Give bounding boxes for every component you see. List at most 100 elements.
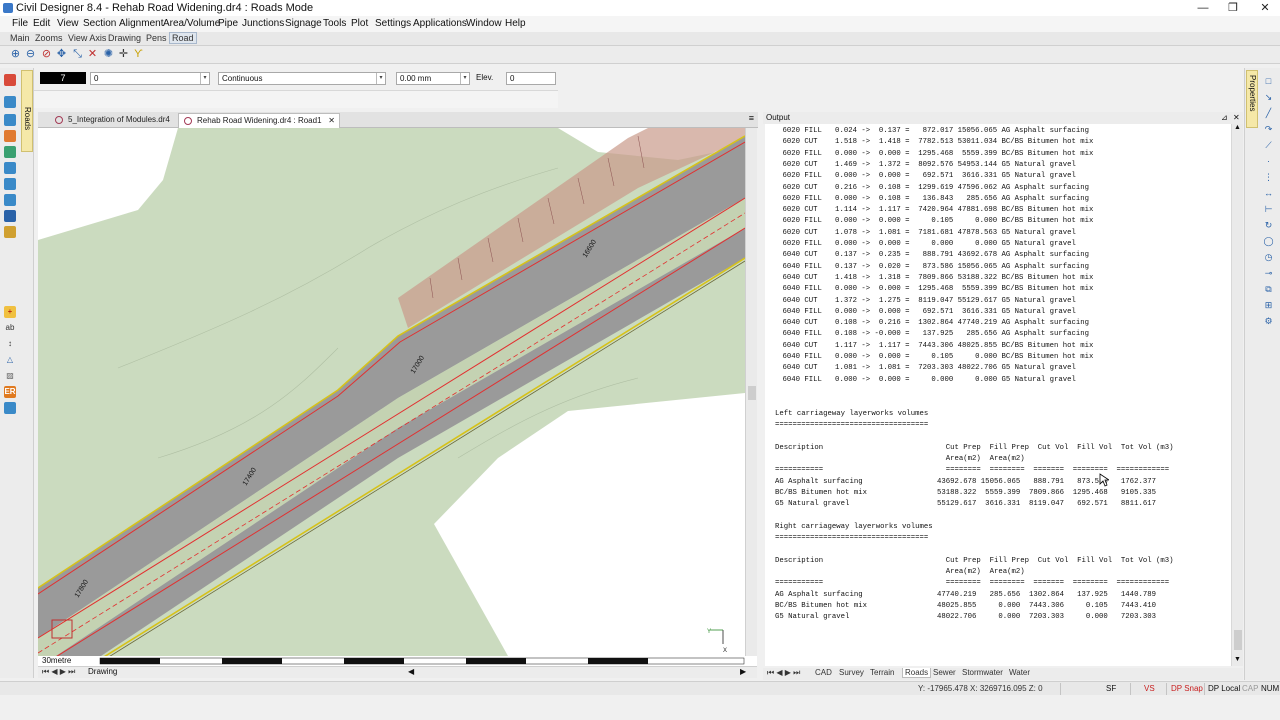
menu-plot[interactable]: Plot	[351, 18, 368, 29]
layer-combo[interactable]: 0 ▾	[90, 72, 210, 85]
array-icon[interactable]: ⊞	[1263, 300, 1274, 311]
tab-nav-arrows[interactable]: ⏮ ◀ ▶ ⏭	[767, 668, 800, 678]
toolbar-tab-road[interactable]: Road	[169, 32, 197, 44]
node-icon[interactable]: ⊸	[1263, 268, 1274, 279]
text-tool-icon[interactable]: ab	[4, 322, 16, 334]
zoom-window-icon[interactable]: ⊘	[40, 48, 53, 61]
scroll-left-icon[interactable]: ◀	[408, 667, 414, 676]
er-tool-icon[interactable]: ER	[4, 386, 16, 398]
output-tab-terrain[interactable]: Terrain	[870, 668, 894, 677]
line-width-combo[interactable]: 0.00 mm ▾	[396, 72, 470, 85]
menu-view[interactable]: View	[57, 18, 79, 29]
refresh-icon[interactable]: ✺	[102, 48, 115, 61]
output-tab-sewer[interactable]: Sewer	[933, 668, 956, 677]
toolbar-tab-view-axis[interactable]: View Axis	[68, 33, 106, 43]
zoom-extents-icon[interactable]: ⤡	[71, 48, 84, 61]
output-tab-survey[interactable]: Survey	[839, 668, 864, 677]
menu-applications[interactable]: Applications	[413, 18, 467, 29]
drawing-vertical-scrollbar[interactable]	[745, 128, 757, 656]
grid-icon[interactable]: ⋮	[1263, 172, 1274, 183]
scroll-right-icon[interactable]: ▶	[740, 667, 746, 676]
menu-signage[interactable]: Signage	[285, 18, 322, 29]
menu-help[interactable]: Help	[505, 18, 526, 29]
scroll-up-icon[interactable]: ▲	[1234, 124, 1241, 131]
line-icon[interactable]: ╱	[1263, 108, 1274, 119]
menu-settings[interactable]: Settings	[375, 18, 411, 29]
drawing-canvas[interactable]: 16600 17000 17400 17800 Y X	[38, 128, 745, 656]
menu-junctions[interactable]: Junctions	[242, 18, 284, 29]
doc-tab-road-widening[interactable]: Rehab Road Widening.dr4 : Road1 ✕	[178, 113, 340, 128]
toolbar-tab-main[interactable]: Main	[10, 33, 30, 43]
layer-tool-icon[interactable]	[4, 130, 16, 142]
output-tab-stormwater[interactable]: Stormwater	[962, 668, 1003, 677]
chevron-down-icon[interactable]: ▾	[460, 73, 469, 84]
section-tool-icon[interactable]	[4, 114, 16, 126]
output-tab-water[interactable]: Water	[1009, 668, 1030, 677]
move-icon[interactable]: ↔	[1263, 188, 1274, 199]
copy-icon[interactable]: ⧉	[1263, 284, 1274, 295]
minimize-button[interactable]: —	[1188, 0, 1218, 16]
new-icon[interactable]: □	[1263, 76, 1274, 87]
circle-icon[interactable]: ◯	[1263, 236, 1274, 247]
doc-tab-integration[interactable]: 5_Integration of Modules.dr4	[50, 113, 176, 128]
roads-side-tab[interactable]: Roads	[21, 70, 33, 152]
toolbar-tab-pens[interactable]: Pens	[146, 33, 167, 43]
clock-icon[interactable]: ◷	[1263, 252, 1274, 263]
drawing-tab[interactable]: Drawing	[88, 667, 117, 676]
alignment-tool-icon[interactable]	[4, 96, 16, 108]
grid-tool-icon[interactable]	[4, 210, 16, 222]
scrollbar-thumb[interactable]	[1234, 630, 1242, 650]
volume-tool-icon[interactable]	[4, 162, 16, 174]
output-tab-roads[interactable]: Roads	[902, 668, 932, 678]
scroll-down-icon[interactable]: ▼	[1234, 656, 1241, 663]
line-type-combo[interactable]: Continuous ▾	[218, 72, 386, 85]
status-vs[interactable]: VS	[1144, 684, 1155, 693]
close-button[interactable]: ✕	[1250, 0, 1280, 16]
arrow-icon[interactable]: ↘	[1263, 92, 1274, 103]
pin-icon[interactable]: ⊿	[1221, 113, 1228, 122]
scrollbar-thumb[interactable]	[748, 386, 756, 400]
menu-tools[interactable]: Tools	[323, 18, 346, 29]
hatch-tool-icon[interactable]: ▨	[4, 370, 16, 382]
toolbar-tab-drawing[interactable]: Drawing	[108, 33, 141, 43]
menu-area-volume[interactable]: Area/Volume	[163, 18, 220, 29]
chevron-down-icon[interactable]: ▾	[376, 73, 385, 84]
chevron-down-icon[interactable]: ▾	[200, 73, 209, 84]
menu-section[interactable]: Section	[83, 18, 116, 29]
menu-pipe[interactable]: Pipe	[218, 18, 238, 29]
zoom-out-icon[interactable]: ⊖	[24, 48, 37, 61]
restore-button[interactable]: ❐	[1218, 0, 1248, 16]
status-sf[interactable]: SF	[1106, 684, 1116, 693]
status-dp-local[interactable]: DP Local	[1208, 684, 1240, 693]
close-panel-icon[interactable]: ✕	[1233, 113, 1240, 122]
plot-tool-icon[interactable]	[4, 226, 16, 238]
menu-file[interactable]: File	[12, 18, 28, 29]
screen-tool-icon[interactable]	[4, 402, 16, 414]
settings-icon[interactable]: ⚙	[1263, 316, 1274, 327]
filter-icon[interactable]: Ƴ	[132, 48, 145, 61]
close-tab-icon[interactable]: ✕	[328, 114, 335, 128]
zoom-previous-icon[interactable]: ✕	[86, 48, 99, 61]
terrain-tool-icon[interactable]	[4, 146, 16, 158]
properties-side-tab[interactable]: Properties	[1246, 70, 1258, 128]
snap-icon[interactable]: ✛	[117, 48, 130, 61]
menu-edit[interactable]: Edit	[33, 18, 50, 29]
polyline-icon[interactable]: ⟋	[1263, 140, 1274, 151]
measure-icon[interactable]: ⊢	[1263, 204, 1274, 215]
marker-tool-icon[interactable]: +	[4, 306, 16, 318]
output-vertical-scrollbar[interactable]: ▲ ▼	[1231, 124, 1243, 666]
curve-icon[interactable]: ↷	[1263, 124, 1274, 135]
menu-window[interactable]: Window	[466, 18, 502, 29]
pan-icon[interactable]: ✥	[55, 48, 68, 61]
menu-alignment[interactable]: Alignment	[119, 18, 163, 29]
road-tool-icon[interactable]	[4, 74, 16, 86]
zoom-in-icon[interactable]: ⊕	[9, 48, 22, 61]
dimension-tool-icon[interactable]: ↕	[4, 338, 16, 350]
pen-number-swatch[interactable]: 7	[40, 72, 86, 84]
tab-nav-arrows[interactable]: ⏮ ◀ ▶ ⏭	[42, 667, 75, 677]
point-icon[interactable]: ·	[1263, 156, 1274, 167]
triangle-tool-icon[interactable]: △	[4, 354, 16, 366]
status-dp-snap[interactable]: DP Snap	[1171, 684, 1203, 693]
pipe-tool-icon[interactable]	[4, 178, 16, 190]
elev-input[interactable]: 0	[506, 72, 556, 85]
